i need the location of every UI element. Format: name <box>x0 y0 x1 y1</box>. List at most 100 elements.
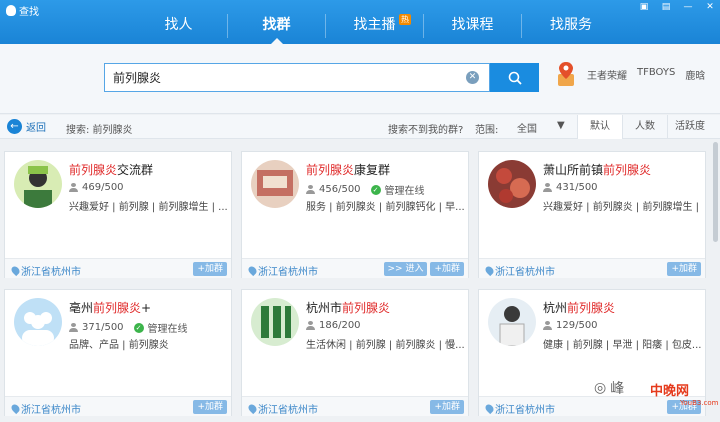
search-input[interactable] <box>105 64 445 91</box>
join-group-button[interactable]: +加群 <box>430 400 464 414</box>
group-avatar <box>488 160 536 208</box>
watermark-sub: YouB3.com <box>680 399 719 407</box>
card-footer: 浙江省杭州市 +加群 <box>479 258 705 278</box>
tab-label: 找课程 <box>451 17 494 33</box>
tab-find-courses[interactable]: 找课程 <box>424 14 522 38</box>
group-tags: 服务 | 前列腺炎 | 前列腺钙化 | 早... <box>306 202 465 213</box>
name-suffix: 交流群 <box>117 163 154 177</box>
members-icon <box>69 183 78 192</box>
group-avatar <box>14 298 62 346</box>
card-footer: 浙江省杭州市 +加群 <box>5 396 231 416</box>
group-card[interactable]: 前列腺炎康复群 456/500 ✓ 管理在线 服务 | 前列腺炎 | 前列腺钙化 |… <box>241 151 469 278</box>
card-footer: 浙江省杭州市 >> 进入 +加群 <box>242 258 468 278</box>
location-text: 浙江省杭州市 <box>495 405 555 416</box>
members-icon <box>306 321 315 330</box>
group-name[interactable]: 萧山所前镇前列腺炎 <box>543 161 651 178</box>
join-group-button[interactable]: +加群 <box>667 262 701 276</box>
name-prefix: 萧山所前镇 <box>543 163 604 177</box>
join-group-button[interactable]: +加群 <box>430 262 464 276</box>
name-keyword: 前列腺炎 <box>567 301 616 315</box>
search-button[interactable] <box>490 63 539 92</box>
name-prefix: 亳州 <box>69 301 94 315</box>
join-group-button[interactable]: +加群 <box>193 262 227 276</box>
tab-label: 找群 <box>262 17 291 33</box>
watermark-logo: 中晚网 <box>650 384 690 399</box>
group-avatar <box>488 298 536 346</box>
chevron-down-icon: ▼ <box>557 120 565 131</box>
admin-online: 管理在线 <box>147 324 188 335</box>
group-avatar <box>14 160 62 208</box>
location-icon[interactable] <box>555 60 577 88</box>
not-found-link[interactable]: 搜索不到我的群? <box>388 121 463 136</box>
group-meta: 186/200 <box>306 320 361 331</box>
group-tags: 兴趣爱好 | 前列腺炎 | 前列腺增生 | <box>543 202 700 213</box>
name-keyword: 前列腺炎 <box>69 163 118 177</box>
clear-icon[interactable]: ✕ <box>466 71 479 84</box>
name-suffix: 康复群 <box>354 163 391 177</box>
location-text: 浙江省杭州市 <box>258 405 318 416</box>
group-avatar <box>251 298 299 346</box>
member-count: 456/500 <box>319 184 361 195</box>
name-prefix: 杭州市 <box>306 301 343 315</box>
enter-group-button[interactable]: >> 进入 <box>383 262 428 276</box>
group-name[interactable]: 前列腺炎交流群 <box>69 161 153 178</box>
group-tags: 品牌、产品 | 前列腺炎 <box>69 340 169 351</box>
member-count: 371/500 <box>82 322 124 333</box>
close-icon[interactable]: ✕ <box>704 2 716 12</box>
group-tags: 兴趣爱好 | 前列腺 | 前列腺增生 | ... <box>69 202 228 213</box>
group-name[interactable]: 杭州市前列腺炎 <box>306 299 390 316</box>
card-buttons: +加群 <box>430 400 464 414</box>
group-card[interactable]: 杭州市前列腺炎 186/200 生活休闲 | 前列腺 | 前列腺炎 | 慢...… <box>241 289 469 416</box>
admin-online: 管理在线 <box>384 186 425 197</box>
skin-icon[interactable]: ▤ <box>660 2 672 12</box>
range-select[interactable]: 全国 ▼ <box>517 120 565 135</box>
minimize-icon[interactable]: — <box>682 2 694 12</box>
scrollbar[interactable] <box>711 140 720 422</box>
card-footer: 浙江省杭州市 +加群 <box>242 396 468 416</box>
group-meta: 469/500 <box>69 182 124 193</box>
hot-word[interactable]: 鹿晗 <box>685 67 705 82</box>
tab-label: 找主播 <box>353 17 396 33</box>
hot-badge: 热 <box>399 14 411 25</box>
member-count: 186/200 <box>319 320 361 331</box>
range-label: 范围: <box>475 125 499 136</box>
range-value: 全国 <box>517 124 537 135</box>
group-name[interactable]: 亳州前列腺炎+ <box>69 299 151 316</box>
member-count: 431/500 <box>556 182 598 193</box>
tab-find-services[interactable]: 找服务 <box>522 14 620 38</box>
member-count: 469/500 <box>82 182 124 193</box>
app-title-text: 查找 <box>19 7 39 18</box>
sort-activity[interactable]: 活跃度 <box>667 115 712 139</box>
pin-icon <box>483 264 496 277</box>
feedback-icon[interactable]: ▣ <box>638 2 650 12</box>
hot-word[interactable]: TFBOYS <box>637 67 675 82</box>
tab-find-people[interactable]: 找人 <box>130 14 228 38</box>
search-box: ✕ <box>104 63 490 92</box>
group-meta: 456/500 ✓ 管理在线 <box>306 182 425 197</box>
penguin-icon <box>6 5 16 16</box>
card-footer: 浙江省杭州市 +加群 <box>5 258 231 278</box>
sort-members[interactable]: 人数 <box>622 115 667 139</box>
scroll-thumb[interactable] <box>713 142 718 242</box>
pin-icon <box>246 264 259 277</box>
verified-icon: ✓ <box>370 184 381 195</box>
join-group-button[interactable]: +加群 <box>193 400 227 414</box>
group-card[interactable]: 亳州前列腺炎+ 371/500 ✓ 管理在线 品牌、产品 | 前列腺炎 浙江省杭州市… <box>4 289 232 416</box>
pin-icon <box>246 402 259 415</box>
tab-find-streamers[interactable]: 找主播热 <box>326 14 424 38</box>
group-name[interactable]: 前列腺炎康复群 <box>306 161 390 178</box>
group-card[interactable]: 萧山所前镇前列腺炎 431/500 兴趣爱好 | 前列腺炎 | 前列腺增生 | … <box>478 151 706 278</box>
back-button[interactable]: ← 返回 <box>7 119 46 134</box>
sort-default[interactable]: 默认 <box>577 115 622 139</box>
tab-find-groups[interactable]: 找群 <box>228 14 326 44</box>
group-name[interactable]: 杭州前列腺炎 <box>543 299 615 316</box>
nav-tabs: 找人 找群 找主播热 找课程 找服务 <box>130 14 620 44</box>
location-text: 浙江省杭州市 <box>21 267 81 278</box>
card-buttons: +加群 <box>193 400 227 414</box>
group-location: 浙江省杭州市 <box>483 401 555 416</box>
search-label: 搜索: 前列腺炎 <box>66 125 133 136</box>
group-card[interactable]: 前列腺炎交流群 469/500 兴趣爱好 | 前列腺 | 前列腺增生 | ...… <box>4 151 232 278</box>
group-avatar <box>251 160 299 208</box>
pin-icon <box>9 264 22 277</box>
hot-word[interactable]: 王者荣耀 <box>587 67 627 82</box>
